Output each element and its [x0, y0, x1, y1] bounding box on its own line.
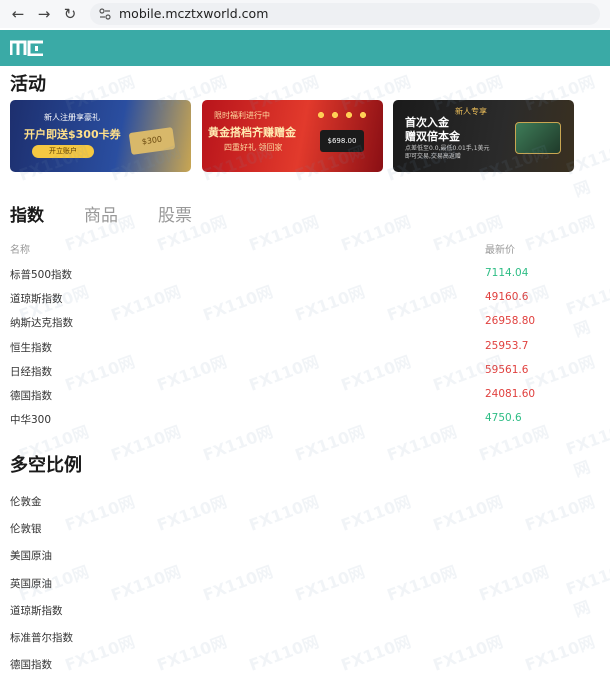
watermark-text: FX110网 — [292, 562, 367, 605]
quote-price: 7114.04 — [485, 267, 529, 279]
long-short-title: 多空比例 — [10, 455, 82, 476]
banner-text: 限时福利进行中 — [214, 111, 270, 120]
quote-price: 26958.80 — [485, 315, 536, 328]
coin-phone-image — [515, 122, 561, 154]
banner-headline: 黄金搭档齐赚赠金 — [208, 126, 296, 139]
forward-arrow-icon[interactable]: → — [34, 4, 54, 24]
quote-price: 59561.6 — [485, 363, 529, 376]
url-text[interactable]: mobile.mcztxworld.com — [119, 6, 268, 21]
browser-toolbar: ← → ↻ mobile.mcztxworld.com — [0, 0, 610, 28]
quote-row[interactable]: 中华300 4750.6 — [0, 408, 610, 432]
quote-row[interactable]: 恒生指数 25953.7 — [0, 336, 610, 360]
long-short-item[interactable]: 美国原油 — [10, 548, 52, 563]
watermark-text: FX110网 — [522, 212, 597, 255]
banner-register[interactable]: 新人注册享豪礼 开户即送$300卡券 开立账户 $300 — [10, 100, 191, 172]
banner-deposit[interactable]: 新人专享 首次入金 赠双倍本金 点差低至0.0,最低0.01手,1美元即可交易,… — [393, 100, 574, 172]
watermark-text: FX110网 — [246, 632, 321, 675]
quote-price: 24081.60 — [485, 388, 536, 400]
banner-badge: 新人专享 — [455, 107, 487, 116]
tab-commodity[interactable]: 商品 — [84, 201, 118, 226]
activity-title: 活动 — [10, 74, 46, 95]
long-short-item[interactable]: 道琼斯指数 — [10, 603, 63, 618]
watermark-text: FX110网 — [562, 561, 610, 621]
column-header-name: 名称 — [10, 245, 30, 256]
watermark-text: FX110网 — [476, 562, 551, 605]
quote-price: 4750.6 — [485, 412, 522, 425]
watermark-text: FX110网 — [62, 492, 137, 535]
quote-name: 德国指数 — [10, 390, 52, 402]
long-short-item[interactable]: 德国指数 — [10, 657, 52, 672]
reload-icon[interactable]: ↻ — [60, 4, 80, 24]
banner-gold[interactable]: 限时福利进行中 黄金搭档齐赚赠金 四重好礼 领回家 $698.00 — [202, 100, 383, 172]
decoration-icon — [314, 108, 374, 124]
watermark-text: FX110网 — [430, 492, 505, 535]
watermark-text: FX110网 — [108, 562, 183, 605]
long-short-item[interactable]: 英国原油 — [10, 576, 52, 591]
watermark-text: FX110网 — [246, 212, 321, 255]
quote-name: 标普500指数 — [10, 269, 73, 281]
banner-subtext: 四重好礼 领回家 — [224, 143, 283, 152]
back-arrow-icon[interactable]: ← — [8, 4, 28, 24]
banner-subheadline: 赠双倍本金 — [405, 130, 460, 143]
tab-index[interactable]: 指数 — [10, 201, 44, 226]
app-header — [0, 30, 610, 66]
quote-name: 道琼斯指数 — [10, 293, 63, 306]
quote-row[interactable]: 德国指数 24081.60 — [0, 384, 610, 408]
quote-row[interactable]: 道琼斯指数 49160.6 — [0, 287, 610, 311]
quote-name: 中华300 — [10, 414, 52, 427]
quote-row[interactable]: 日经指数 59561.6 — [0, 360, 610, 384]
quote-price: 25953.7 — [485, 339, 529, 352]
tab-stocks[interactable]: 股票 — [158, 201, 192, 226]
open-account-button[interactable]: 开立账户 — [32, 145, 94, 158]
quote-name: 恒生指数 — [10, 341, 52, 354]
address-bar[interactable]: mobile.mcztxworld.com — [90, 3, 600, 25]
long-short-item[interactable]: 标准普尔指数 — [10, 630, 73, 645]
watermark-text: FX110网 — [338, 632, 413, 675]
watermark-text: FX110网 — [522, 492, 597, 535]
quote-price: 49160.6 — [485, 291, 529, 304]
quote-row[interactable]: 标普500指数 7114.04 — [0, 263, 610, 287]
long-short-item[interactable]: 伦敦金 — [10, 494, 42, 509]
banner-text: 新人注册享豪礼 — [44, 113, 100, 122]
watermark-text: FX110网 — [200, 562, 275, 605]
column-header-price: 最新价 — [485, 245, 515, 256]
coupon-card-image: $300 — [128, 127, 176, 155]
quote-name: 日经指数 — [10, 365, 52, 378]
watermark-text: FX110网 — [154, 492, 229, 535]
banner-headline: 开户即送$300卡券 — [24, 128, 121, 141]
gift-card-image: $698.00 — [320, 130, 364, 152]
long-short-item[interactable]: 伦敦银 — [10, 521, 42, 536]
watermark-text: FX110网 — [338, 212, 413, 255]
watermark-text: FX110网 — [430, 632, 505, 675]
watermark-text: FX110网 — [522, 632, 597, 675]
watermark-text: FX110网 — [384, 562, 459, 605]
quote-row[interactable]: 纳斯达克指数 26958.80 — [0, 311, 610, 335]
watermark-text: FX110网 — [154, 632, 229, 675]
watermark-text: FX110网 — [338, 492, 413, 535]
quote-name: 纳斯达克指数 — [10, 317, 73, 330]
mc-logo-icon[interactable] — [10, 40, 44, 56]
watermark-text: FX110网 — [246, 492, 321, 535]
site-settings-icon[interactable] — [98, 7, 112, 21]
banner-description: 点差低至0.0,最低0.01手,1美元即可交易,交易高返赠 — [405, 145, 490, 160]
